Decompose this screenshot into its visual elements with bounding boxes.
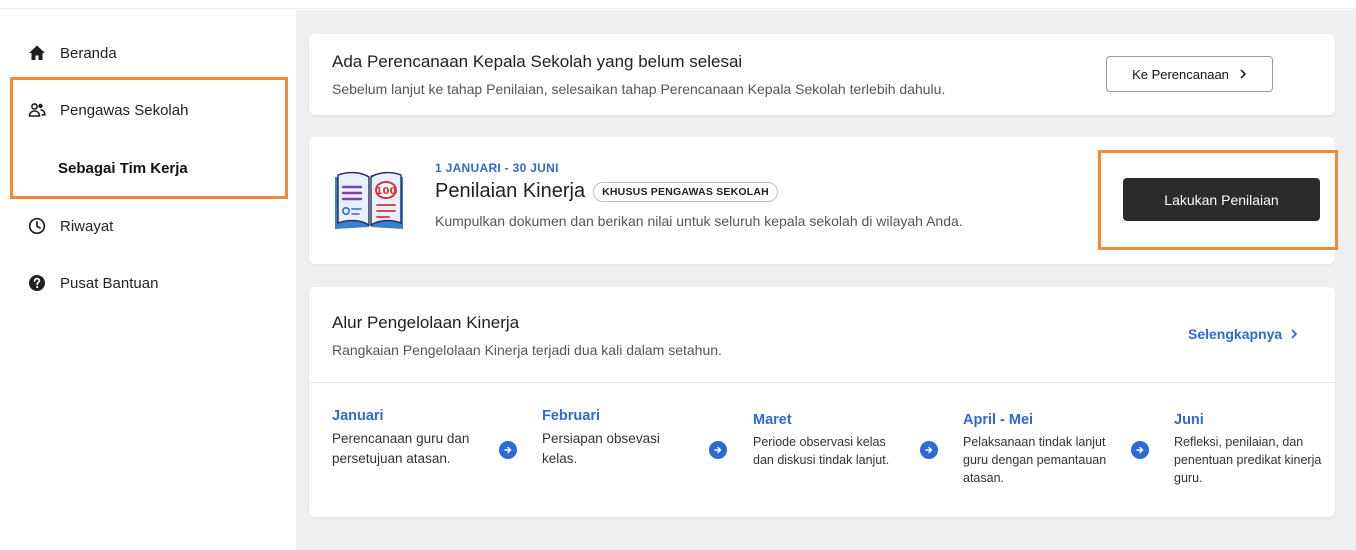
step-description: Periode observasi kelas dan diskusi tind… <box>753 435 890 467</box>
arrow-right-icon <box>1131 441 1149 459</box>
planning-notice-card: Ada Perencanaan Kepala Sekolah yang belu… <box>309 34 1335 115</box>
home-icon <box>28 44 46 62</box>
flow-step-maret: Maret Periode observasi kelas dan diskus… <box>753 408 903 469</box>
flow-title: Alur Pengelolaan Kinerja <box>332 313 520 332</box>
notice-subtitle: Sebelum lanjut ke tahap Penilaian, seles… <box>332 81 946 97</box>
button-label: Ke Perencanaan <box>1132 66 1229 82</box>
flow-step-januari: Januari Perencanaan guru dan persetujuan… <box>332 408 482 469</box>
date-range: 1 JANUARI - 30 JUNI <box>435 161 559 175</box>
arrow-right-icon <box>920 441 938 459</box>
step-month: April - Mei <box>963 412 1034 428</box>
ke-perencanaan-button[interactable]: Ke Perencanaan <box>1106 56 1273 92</box>
flow-step-februari: Februari Persiapan obsevasi kelas. <box>542 408 692 469</box>
sidebar-item-pusat-bantuan[interactable]: Pusat Bantuan <box>28 274 158 292</box>
step-description: Refleksi, penilaian, dan penentuan predi… <box>1174 435 1322 485</box>
flow-step-april-mei: April - Mei Pelaksanaan tindak lanjut gu… <box>963 408 1113 487</box>
top-bar <box>0 0 1356 9</box>
assessment-subtitle: Kumpulkan dokumen dan berikan nilai untu… <box>435 213 963 229</box>
chevron-right-icon <box>1239 67 1247 82</box>
step-description: Persiapan obsevasi kelas. <box>542 431 660 466</box>
performance-flow-card: Alur Pengelolaan Kinerja Rangkaian Penge… <box>309 287 1335 517</box>
step-description: Pelaksanaan tindak lanjut guru dengan pe… <box>963 435 1107 485</box>
clock-icon <box>28 217 46 235</box>
step-month: Januari <box>332 408 384 424</box>
book-illustration-icon: 100 <box>331 167 409 233</box>
flow-subtitle: Rangkaian Pengelolaan Kinerja terjadi du… <box>332 342 722 358</box>
assessment-title-row: Penilaian Kinerja KHUSUS PENGAWAS SEKOLA… <box>435 180 778 203</box>
sidebar-item-label: Pusat Bantuan <box>60 274 159 292</box>
arrow-right-icon <box>499 441 517 459</box>
highlight-box-sidebar <box>10 77 288 199</box>
role-badge: KHUSUS PENGAWAS SEKOLAH <box>593 181 778 202</box>
sidebar-item-label: Beranda <box>60 44 117 62</box>
link-label: Selengkapnya <box>1188 326 1283 342</box>
arrow-right-icon <box>709 441 727 459</box>
notice-title: Ada Perencanaan Kepala Sekolah yang belu… <box>332 52 743 71</box>
selengkapnya-link[interactable]: Selengkapnya <box>1188 326 1298 342</box>
main-content: Ada Perencanaan Kepala Sekolah yang belu… <box>296 10 1356 550</box>
divider <box>309 382 1335 383</box>
chevron-right-icon <box>1290 326 1298 342</box>
sidebar-item-label: Riwayat <box>60 217 114 235</box>
highlight-box-action <box>1098 150 1338 250</box>
step-description: Perencanaan guru dan persetujuan atasan. <box>332 431 470 466</box>
book-score-text: 100 <box>376 186 397 197</box>
help-icon <box>28 274 46 292</box>
step-month: Februari <box>542 408 601 424</box>
sidebar-item-beranda[interactable]: Beranda <box>28 44 117 62</box>
flow-step-juni: Juni Refleksi, penilaian, dan penentuan … <box>1174 408 1324 487</box>
sidebar-item-riwayat[interactable]: Riwayat <box>28 217 113 235</box>
assessment-title: Penilaian Kinerja <box>435 180 586 202</box>
step-month: Juni <box>1174 412 1204 428</box>
step-month: Maret <box>753 412 792 428</box>
